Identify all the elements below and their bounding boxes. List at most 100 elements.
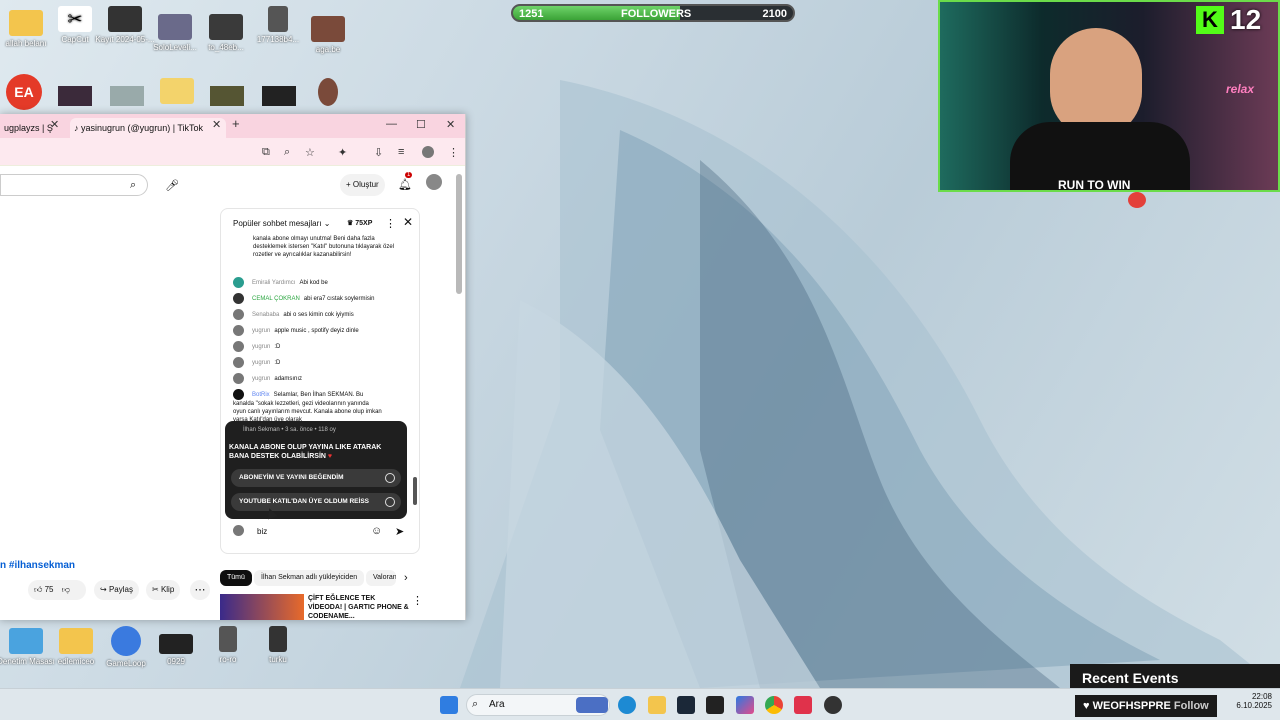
- follow-action: Follow: [1173, 700, 1209, 712]
- mic-icon[interactable]: 🎤︎: [165, 179, 179, 192]
- radio-icon: [385, 473, 395, 483]
- like-button[interactable]: 👍︎ 75 👎︎: [28, 580, 86, 600]
- star-icon[interactable]: ☆: [305, 146, 315, 159]
- tiktok-icon: ♪: [74, 123, 79, 133]
- avatar: [233, 525, 244, 536]
- send-icon[interactable]: ➤: [395, 525, 404, 538]
- opera-gx-icon[interactable]: [794, 696, 812, 714]
- followers-label: FOLLOWERS: [621, 8, 692, 20]
- chat-message: yugrun:D: [233, 341, 280, 352]
- chrome-icon[interactable]: [765, 696, 783, 714]
- edge-icon[interactable]: [618, 696, 636, 714]
- clock[interactable]: 22:08 6.10.2025: [1218, 692, 1272, 710]
- message-text: Abi kod be: [299, 280, 328, 287]
- chip-uploader[interactable]: İlhan Sekman adlı yükleyiciden: [254, 570, 365, 586]
- clip-label: Klip: [160, 585, 175, 594]
- share-label: Paylaş: [108, 585, 133, 594]
- more-icon[interactable]: ⋮: [385, 217, 396, 230]
- desktop-icon-video[interactable]: [210, 86, 244, 106]
- steam-icon[interactable]: [677, 696, 695, 714]
- poll-option[interactable]: ABONEYİM VE YAYINI BEĞENDİM: [231, 469, 401, 487]
- close-icon[interactable]: ✕: [403, 215, 413, 229]
- message-text: abi o ses kimin cok iyiymis: [283, 312, 354, 319]
- video-thumbnail[interactable]: [220, 594, 304, 620]
- message-author: Emirali Yardımcı: [252, 280, 296, 287]
- message-text: apple music , spotify deyiz dinle: [274, 328, 359, 335]
- chat-scrollbar[interactable]: [413, 477, 417, 505]
- desktop-icon-label: GameLoop: [106, 659, 146, 668]
- chat-message: CEMAL ÇOKRAN abi era7 cıstak soylermisin: [233, 293, 375, 304]
- video-hashtag[interactable]: n #ilhansekman: [0, 560, 75, 571]
- share-button[interactable]: ↪ Paylaş: [94, 580, 139, 600]
- folder-icon[interactable]: [160, 78, 194, 104]
- bell-icon[interactable]: 🔔︎: [398, 178, 412, 191]
- like-count: 75: [44, 585, 54, 594]
- extensions-icon[interactable]: ✦: [338, 146, 347, 159]
- avatar[interactable]: [426, 174, 442, 190]
- ea-app-icon[interactable]: EA: [6, 74, 42, 110]
- recommended-video-title[interactable]: ÇİFT EĞLENCE TEK VİDEODA! | GARTIC PHONE…: [308, 594, 410, 620]
- minimize-icon[interactable]: —: [386, 118, 397, 130]
- close-window-icon[interactable]: ✕: [446, 118, 455, 131]
- desktop-icon-label: 0929: [167, 657, 185, 666]
- chat-intro-message: kanala abone olmayı unutma! Beni daha fa…: [253, 236, 394, 258]
- xp-badge: ♛ 75XP: [347, 220, 373, 227]
- clip-button[interactable]: ✂ Klip: [146, 580, 181, 600]
- desktop-icon-label: SoloLeveli...: [153, 43, 197, 52]
- more-icon[interactable]: ⋯: [190, 580, 210, 600]
- poll-option[interactable]: YOUTUBE KATIL'DAN ÜYE OLDUM REİSS: [231, 493, 401, 511]
- emoji-icon[interactable]: ☺: [371, 525, 382, 537]
- chip-all[interactable]: Tümü: [220, 570, 252, 586]
- live-chat-panel: Popüler sohbet mesajları ⌄ ♛ 75XP ⋮ ✕ ka…: [220, 208, 420, 554]
- close-tab-icon[interactable]: ✕: [212, 118, 221, 131]
- desktop-icon-image[interactable]: [110, 86, 144, 106]
- file-explorer-icon[interactable]: [648, 696, 666, 714]
- neon-sign: relax: [1226, 82, 1255, 96]
- poll-question: KANALA ABONE OLUP YAYINA LIKE ATARAK BAN…: [229, 443, 399, 461]
- zoom-icon[interactable]: ⌕: [284, 146, 290, 159]
- search-icon[interactable]: ⌕: [130, 179, 136, 192]
- tab-label: yasinugrun (@yugrun) | TikTok: [81, 123, 204, 133]
- search-highlight-image: [576, 697, 608, 713]
- desktop-icon-video[interactable]: 0929: [146, 634, 206, 666]
- message-author: yugrun: [252, 328, 271, 335]
- menu-icon[interactable]: ⋮: [448, 146, 459, 159]
- new-tab-icon[interactable]: +: [232, 116, 240, 131]
- desktop-icon-image[interactable]: [318, 78, 338, 106]
- heart-icon: [1128, 192, 1146, 208]
- desktop-icon-label: CapCut: [61, 35, 89, 44]
- chat-input[interactable]: biz: [257, 527, 267, 536]
- create-label: Oluştur: [352, 180, 379, 189]
- profile-avatar[interactable]: [422, 146, 434, 158]
- download-icon[interactable]: ⇩: [374, 146, 383, 159]
- maximize-icon[interactable]: ☐: [416, 118, 426, 131]
- desktop-icon-label: edlemiceo: [57, 657, 95, 666]
- more-icon[interactable]: ⋮: [412, 594, 423, 607]
- media-icon[interactable]: ≡: [398, 146, 404, 158]
- desktop-icon-video[interactable]: [262, 86, 296, 106]
- desktop-icon-video[interactable]: to_48eb...: [196, 14, 256, 52]
- copilot-icon[interactable]: [736, 696, 754, 714]
- create-button[interactable]: + Oluştur: [340, 174, 385, 196]
- search-input[interactable]: [0, 174, 148, 196]
- epic-games-icon[interactable]: [706, 696, 724, 714]
- desktop-icon-label: 177138b4...: [256, 35, 300, 44]
- chat-mode-dropdown[interactable]: Popüler sohbet mesajları ⌄: [233, 219, 330, 228]
- desktop-icon-video[interactable]: [58, 86, 92, 106]
- xp-value: 75XP: [355, 220, 373, 227]
- tab-strip: ugplayzs | Ş ✕ ♪ yasinugrun (@yugrun) | …: [0, 114, 465, 138]
- page-scrollbar[interactable]: [456, 174, 462, 294]
- desktop-icon-label: allah belanı: [5, 39, 47, 48]
- desktop-icon-label: aga.be: [315, 45, 341, 54]
- chevron-right-icon[interactable]: ›: [404, 572, 408, 584]
- tab-tiktok[interactable]: ♪ yasinugrun (@yugrun) | TikTok: [70, 118, 226, 138]
- obs-icon[interactable]: [824, 696, 842, 714]
- desktop-icon-video[interactable]: aga.be: [298, 16, 358, 54]
- chip-valorant[interactable]: Valorant: [366, 570, 396, 586]
- windows-start-icon[interactable]: [440, 696, 458, 714]
- cast-icon[interactable]: ⧉: [262, 146, 270, 159]
- poll-question-text: KANALA ABONE OLUP YAYINA LIKE ATARAK BAN…: [229, 444, 382, 460]
- desktop-icon-image[interactable]: turku: [248, 626, 308, 664]
- message-author: yugrun: [252, 376, 271, 383]
- close-tab-icon[interactable]: ✕: [50, 118, 59, 131]
